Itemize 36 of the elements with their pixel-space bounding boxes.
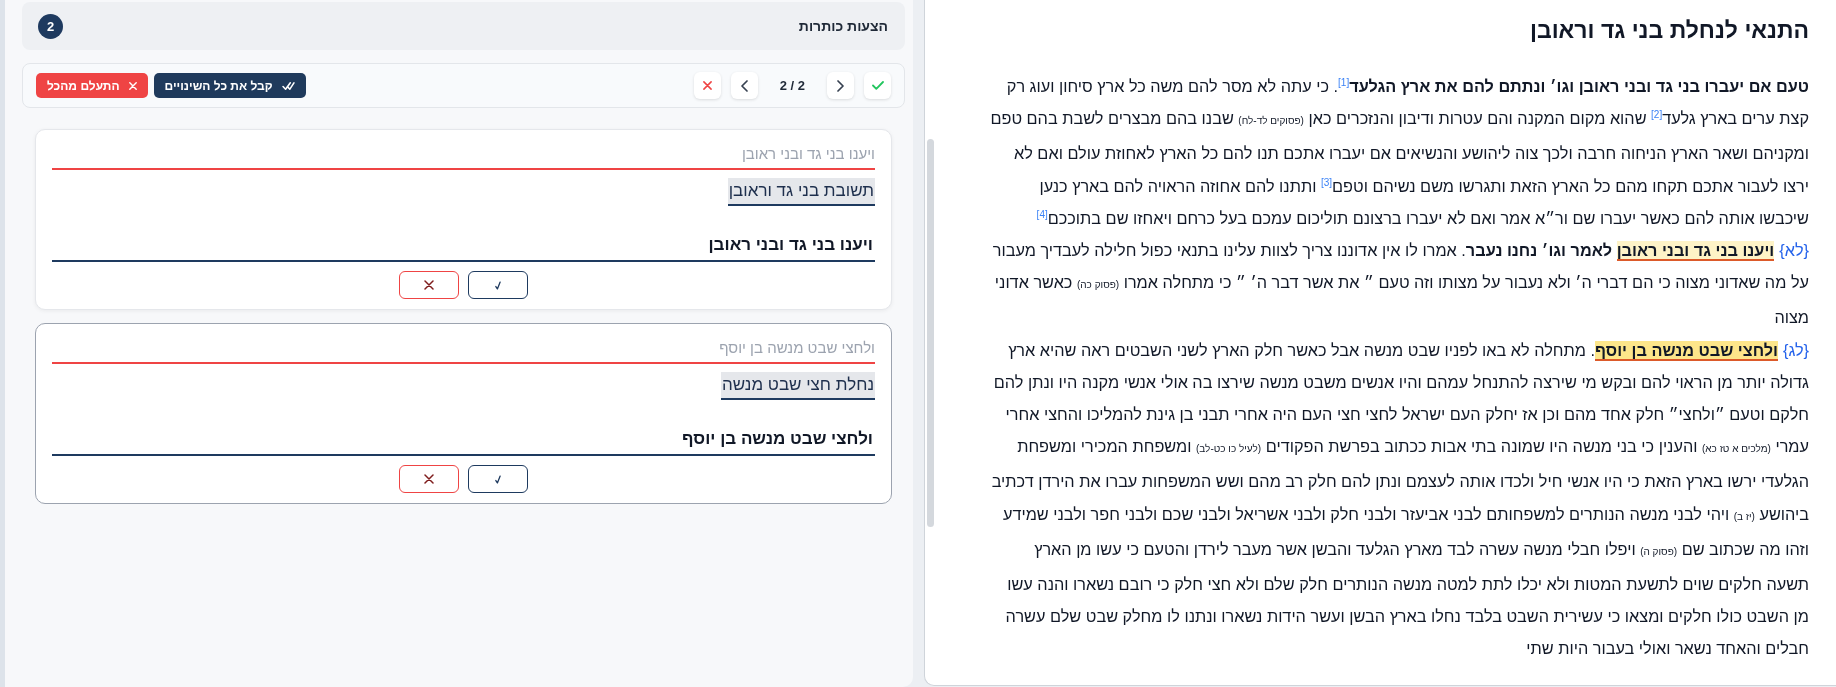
heading-input[interactable]: ולחצי שבט מנשה בן יוסף — [52, 423, 875, 456]
check-icon — [871, 81, 884, 90]
accept-all-button[interactable]: קבל את כל השינויים — [153, 73, 306, 98]
close-icon — [424, 280, 434, 290]
original-heading: ולחצי שבט מנשה בן יוסף — [719, 338, 875, 358]
suggested-heading: תשובת בני גד וראובן — [727, 178, 875, 206]
reject-button[interactable] — [693, 72, 721, 99]
chevron-left-icon — [740, 79, 748, 92]
check-icon — [495, 280, 501, 290]
check-icon — [495, 474, 501, 484]
paragraph: {לג} ולחצי שבט מנשה בן יוסף. מתחלה לא באו לפניו שבט מנשה אבל כאשר חלק הארץ לשני השבטים ראה שהיא ארץ גדולה יותר מן הראוי להם ובקש מי שירצה להתנחל עמהם והיו אנשים משבט מנשה שירצו בה אולי אנשי מקנה היו ונתן להם חלקם וטעם ״ולחצי״ חלק אחד מהם וכן אז יחלק העם ישראל לחצי חצי העם היה אחרי תבני בן גינת להמליכו והחצי אחרי עמרי (מלכים א טז כא) והענין כי בני מנשה היו שמונה בתי אבות ככתוב בפרשת הפקודים (לעיל כו כט-לב) ומשפחת המכירי ומשפחת הגלעדי ירשו בארץ הזאת כי היו אנשי חיל ולכדו אותה לעצמם ונתן להם חלק רב מהם ושש המשפחות עברו את הירדן דכתיב ביהושע (יז ב) ויהי לבני מנשה הנותרים למשפחותם לבני אביעזר ולבני חלק ולבני אשריאל ולבני שכם ולבני חפר ולבני שמידע וזהו מה שכתוב שם (פסוק ה) ויפלו חבלי מנשה עשרה לבד מארץ הגלעד והבשן אשר מעבר לירדן והטעם כי עשו מן הארץ תשעה חלקים שוים לתשעת המטות ולא יכלו לתת למטה מנשה הנותרים חלק שלם ולא חצי חלק כי רובם נשארו והנה עשו מן השבט כולו חלקים ומצאו כי עשירית השבט בלבד נחלו בארץ הבשן ועשר הידות נשארו ונתנו לו מחלק שבט שלם עשרה חבלים והאחד נשאר ואולי בעבור היות שתי — [990, 339, 1809, 660]
suggestion-card[interactable]: ויענו בני גד ובני ראובן תשובת בני גד וראובן ויענו בני גד ובני ראובן — [35, 129, 892, 310]
scrollbar-thumb[interactable] — [927, 139, 934, 527]
next-button[interactable] — [827, 72, 854, 99]
chevron-right-icon — [837, 79, 844, 92]
reject-button[interactable] — [399, 465, 459, 493]
panel-title: הצעות כותרות — [798, 18, 888, 34]
close-icon — [128, 81, 137, 90]
close-icon — [424, 474, 434, 484]
accept-button[interactable] — [468, 465, 528, 493]
count-badge: 2 — [38, 13, 63, 39]
page-counter: 2 / 2 — [778, 78, 806, 93]
suggested-heading: נחלת חצי שבט מנשה — [720, 372, 875, 400]
close-icon — [702, 81, 712, 90]
paragraph: {לא} ויענו בני גד ובני ראובן לאמר וגו׳ נחנו נעבר. אמרו לו אין אדוננו צריך לצוות עלינו בתנאי כפול חלילה לעבדיך מעבור על מה שאדוני מצוה כי הם דברי ה׳ ולא נעבור על מצותו וזה טעם ״ את אשר דבר ה׳ ״ כי מתחלה אמרו (פסוק כה) כאשר אדוני מצוה — [991, 240, 1809, 329]
accept-button[interactable] — [468, 271, 528, 299]
previous-button[interactable] — [730, 72, 758, 99]
double-check-icon — [281, 80, 295, 91]
suggestion-card[interactable]: ולחצי שבט מנשה בן יוסף נחלת חצי שבט מנשה ולחצי שבט מנשה בן יוסף — [35, 323, 892, 504]
heading-link[interactable]: ולחצי שבט מנשה בן יוסף — [1595, 340, 1778, 361]
document-title: התנאי לנחלת בני גד וראובן — [1529, 16, 1809, 45]
heading-link[interactable]: ויענו בני גד ובני ראובן — [1616, 241, 1775, 261]
heading-input[interactable]: ויענו בני גד ובני ראובן — [52, 229, 875, 262]
original-heading: ויענו בני גד ובני ראובן — [741, 144, 875, 164]
reject-button[interactable] — [399, 271, 459, 299]
ignore-all-button[interactable]: התעלם מהכל — [36, 73, 148, 98]
